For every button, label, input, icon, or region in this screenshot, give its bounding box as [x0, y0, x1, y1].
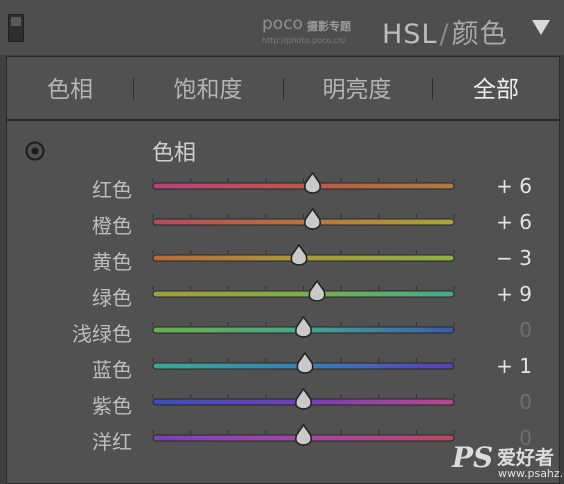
tab-saturation[interactable]: 饱和度 [148, 70, 268, 104]
psahz-watermark: PS 爱好者 www.psahz.com [452, 441, 564, 482]
watermark-ps-cn: 爱好者 [497, 447, 555, 469]
panel-title-main: HSL [382, 19, 438, 50]
row-label-blue: 蓝色 [92, 358, 132, 382]
panel-title-sub: 颜色 [451, 19, 508, 50]
panel-title-separator: / [439, 19, 450, 50]
section-title: 色相 [152, 141, 197, 166]
poco-watermark: poco 摄影专题 http://photo.poco.cn/ [262, 14, 367, 46]
panel-toggle-switch[interactable] [8, 14, 24, 42]
row-label-aqua: 浅绿色 [72, 322, 132, 346]
tab-bar: 色相 饱和度 明亮度 全部 [6, 56, 558, 113]
tab-divider [283, 78, 284, 100]
triangle-down-icon[interactable] [530, 17, 552, 37]
row-value-green[interactable]: + 9 [496, 282, 532, 306]
watermark-brand: poco [262, 14, 303, 34]
row-value-blue[interactable]: + 1 [496, 354, 532, 378]
tab-luminance[interactable]: 明亮度 [297, 70, 417, 104]
row-label-yellow: 黄色 [92, 250, 132, 274]
panel-title: HSL/颜色 [382, 12, 508, 51]
row-label-red: 红色 [92, 178, 132, 202]
row-value-yellow[interactable]: − 3 [496, 246, 532, 270]
tab-all[interactable]: 全部 [436, 70, 556, 104]
row-label-orange: 橙色 [92, 214, 132, 238]
row-value-red[interactable]: + 6 [496, 174, 532, 198]
target-adjust-icon[interactable] [25, 141, 45, 161]
tab-hue[interactable]: 色相 [10, 70, 130, 104]
watermark-domain: www.psahz.com [498, 467, 564, 480]
panel-header: poco 摄影专题 http://photo.poco.cn/ HSL/颜色 [0, 0, 564, 55]
row-value-orange[interactable]: + 6 [496, 210, 532, 234]
watermark-ps: PS [452, 441, 494, 474]
watermark-url: http://photo.poco.cn/ [262, 36, 346, 45]
row-value-purple[interactable]: 0 [519, 390, 532, 414]
row-label-green: 绿色 [92, 286, 132, 310]
row-label-magenta: 洋红 [92, 430, 132, 454]
tab-divider [133, 78, 134, 100]
tabs-divider [6, 119, 559, 121]
row-value-aqua[interactable]: 0 [519, 318, 532, 342]
watermark-brand-cn: 摄影专题 [307, 20, 351, 33]
tab-divider [432, 78, 433, 100]
row-label-purple: 紫色 [92, 394, 132, 418]
